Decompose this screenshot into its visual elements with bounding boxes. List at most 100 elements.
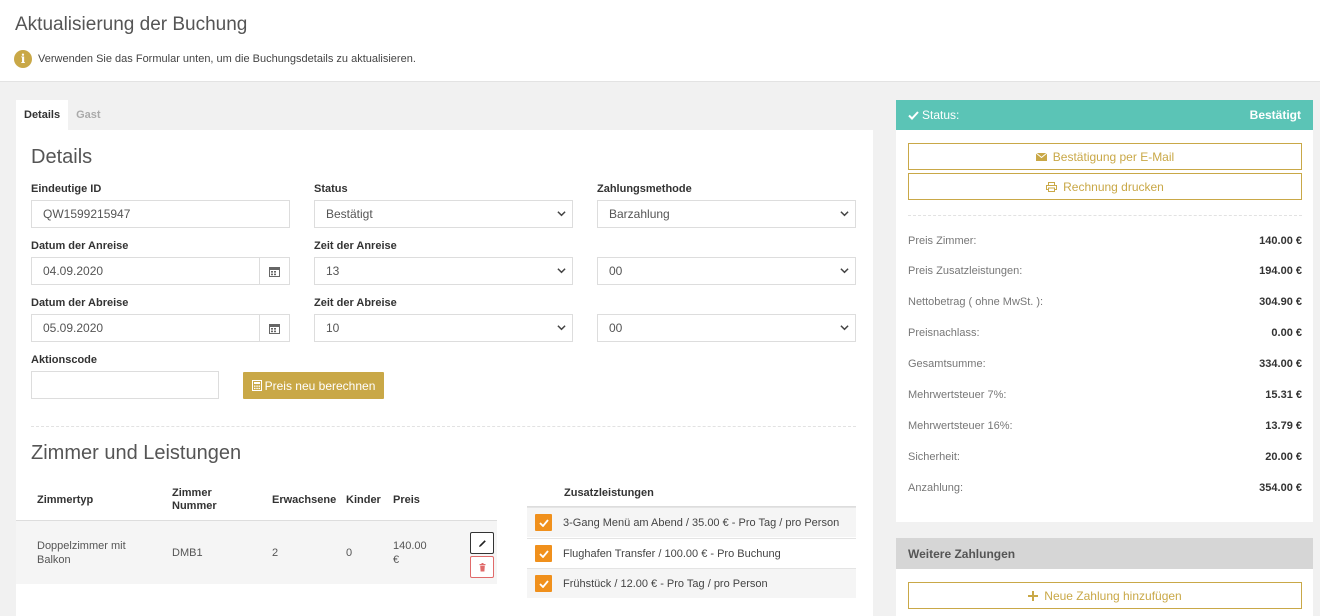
arrival-hour-select[interactable]: 13 — [314, 257, 573, 285]
room-type-line2: Balkon — [37, 554, 71, 566]
tab-details[interactable]: Details — [16, 100, 69, 130]
adults-cell: 2 — [272, 547, 279, 559]
room-number-cell: DMB1 — [172, 547, 203, 559]
info-text: Verwenden Sie das Formular unten, um die… — [38, 53, 416, 65]
tab-bar: Details Gast — [16, 100, 109, 130]
price-value: 20.00 € — [1265, 451, 1302, 463]
status-badge: Bestätigt — [1249, 108, 1301, 122]
arrival-date-input[interactable]: 04.09.2020 — [31, 257, 290, 285]
rooms-title: Zimmer und Leistungen — [31, 442, 242, 464]
chevron-down-icon — [557, 211, 566, 217]
envelope-icon — [1035, 152, 1047, 161]
price-line2: € — [393, 554, 400, 566]
extra-label: Flughafen Transfer / 100.00 € - Pro Buch… — [563, 547, 781, 560]
price-row: Nettobetrag ( ohne MwSt. ): 304.90 € — [908, 296, 1302, 308]
print-invoice-label: Rechnung drucken — [1063, 179, 1164, 194]
divider — [908, 215, 1302, 216]
check-icon — [538, 518, 549, 527]
print-invoice-button[interactable]: Rechnung drucken — [908, 173, 1302, 200]
chevron-down-icon — [557, 268, 566, 274]
id-input[interactable]: QW1599215947 — [31, 200, 290, 228]
status-card: Status: Bestätigt Bestätigung per E-Mail… — [896, 100, 1313, 522]
departure-date-input[interactable]: 05.09.2020 — [31, 314, 290, 342]
list-item[interactable]: Frühstück / 12.00 € - Pro Tag / pro Pers… — [527, 568, 856, 598]
checkbox[interactable] — [535, 514, 552, 531]
edit-room-button[interactable] — [470, 532, 494, 554]
payment-select-value: Barzahlung — [609, 207, 670, 221]
delete-room-button[interactable] — [470, 556, 494, 578]
check-icon — [538, 579, 549, 588]
email-confirmation-button[interactable]: Bestätigung per E-Mail — [908, 143, 1302, 170]
status-label: Status: — [922, 108, 960, 122]
add-payment-button[interactable]: Neue Zahlung hinzufügen — [908, 582, 1302, 609]
promo-input[interactable] — [31, 371, 219, 399]
departure-minute-value: 00 — [609, 321, 623, 335]
arrival-time-label: Zeit der Anreise — [314, 240, 397, 252]
status-select[interactable]: Bestätigt — [314, 200, 573, 228]
col-children: Kinder — [346, 494, 381, 506]
price-row: Mehrwertsteuer 7%: 15.31 € — [908, 389, 1302, 401]
col-room-type: Zimmertyp — [37, 494, 94, 506]
price-row: Preis Zusatzleistungen: 194.00 € — [908, 265, 1302, 277]
checkbox[interactable] — [535, 575, 552, 592]
price-line1: 140.00 — [393, 540, 427, 552]
divider — [31, 426, 856, 427]
col-room-number-line2: Nummer — [172, 500, 217, 512]
price-label: Mehrwertsteuer 7%: — [908, 389, 1007, 401]
col-adults: Erwachsene — [272, 494, 337, 506]
status-select-value: Bestätigt — [326, 207, 373, 221]
payment-label: Zahlungsmethode — [597, 183, 692, 195]
list-item[interactable]: Flughafen Transfer / 100.00 € - Pro Buch… — [527, 538, 856, 568]
payments-title: Weitere Zahlungen — [896, 538, 1313, 569]
payment-select[interactable]: Barzahlung — [597, 200, 856, 228]
recalculate-button[interactable]: Preis neu berechnen — [243, 372, 384, 399]
price-value: 354.00 € — [1259, 482, 1302, 494]
price-value: 15.31 € — [1265, 389, 1302, 401]
children-cell: 0 — [346, 547, 353, 559]
price-label: Gesamtsumme: — [908, 358, 986, 370]
departure-minute-select[interactable]: 00 — [597, 314, 856, 342]
arrival-date-label: Datum der Anreise — [31, 240, 129, 252]
col-price: Preis — [393, 494, 420, 506]
extras-header: Zusatzleistungen — [564, 487, 654, 499]
promo-label: Aktionscode — [31, 354, 98, 366]
id-label: Eindeutige ID — [31, 183, 102, 195]
price-label: Preis Zimmer: — [908, 235, 977, 247]
price-value: 140.00 € — [1259, 235, 1302, 247]
status-label-wrap: Status: — [908, 108, 959, 122]
room-type-cell: Doppelzimmer mit Balkon — [37, 539, 126, 567]
col-room-number: Zimmer Nummer — [172, 487, 217, 513]
add-payment-label: Neue Zahlung hinzufügen — [1044, 588, 1182, 603]
departure-hour-value: 10 — [326, 321, 340, 335]
checkbox[interactable] — [535, 545, 552, 562]
departure-time-label: Zeit der Abreise — [314, 297, 397, 309]
departure-date-label: Datum der Abreise — [31, 297, 129, 309]
departure-hour-select[interactable]: 10 — [314, 314, 573, 342]
status-label: Status — [314, 183, 348, 195]
chevron-down-icon — [840, 268, 849, 274]
tab-guest[interactable]: Gast — [68, 100, 108, 130]
page-header: Aktualisierung der Buchung i Verwenden S… — [0, 0, 1320, 82]
calendar-icon[interactable] — [259, 258, 289, 284]
price-label: Mehrwertsteuer 16%: — [908, 420, 1013, 432]
price-value: 304.90 € — [1259, 296, 1302, 308]
col-room-number-line1: Zimmer — [172, 487, 212, 499]
price-cell: 140.00 € — [393, 539, 427, 567]
check-icon — [538, 549, 549, 558]
price-label: Nettobetrag ( ohne MwSt. ): — [908, 296, 1044, 308]
extra-label: 3-Gang Menü am Abend / 35.00 € - Pro Tag… — [563, 516, 840, 529]
print-icon — [1046, 181, 1058, 192]
arrival-date-value: 04.09.2020 — [43, 264, 104, 278]
room-type-line1: Doppelzimmer mit — [37, 540, 126, 552]
price-label: Preisnachlass: — [908, 327, 980, 339]
list-item[interactable]: 3-Gang Menü am Abend / 35.00 € - Pro Tag… — [527, 507, 856, 537]
trash-icon — [479, 562, 485, 571]
payments-card: Weitere Zahlungen Neue Zahlung hinzufüge… — [896, 538, 1313, 616]
price-value: 13.79 € — [1265, 420, 1302, 432]
arrival-minute-select[interactable]: 00 — [597, 257, 856, 285]
price-row: Mehrwertsteuer 16%: 13.79 € — [908, 420, 1302, 432]
calendar-icon[interactable] — [259, 315, 289, 341]
recalculate-label: Preis neu berechnen — [264, 378, 376, 393]
arrival-hour-value: 13 — [326, 264, 340, 278]
chevron-down-icon — [840, 211, 849, 217]
